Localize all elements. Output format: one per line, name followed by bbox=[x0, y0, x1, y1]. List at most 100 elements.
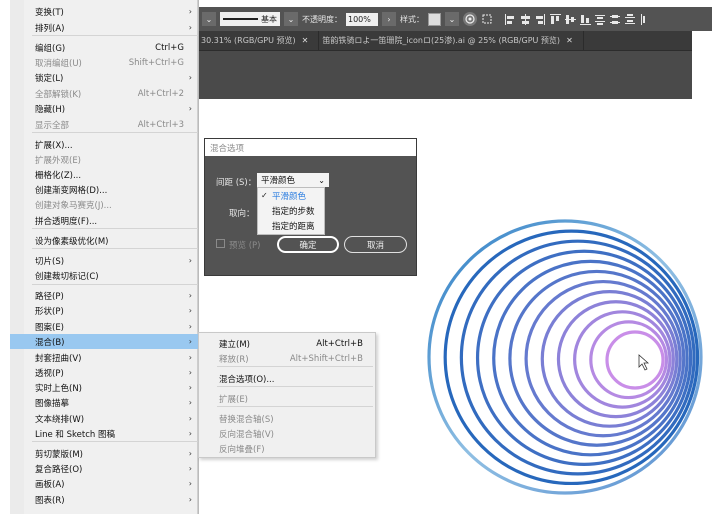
submenu-arrow-icon: › bbox=[188, 306, 192, 315]
stroke-line-preview bbox=[223, 18, 258, 20]
menu-item[interactable]: 取消编组(U) Shift+Ctrl+G bbox=[10, 55, 198, 70]
close-icon[interactable]: ✕ bbox=[302, 36, 309, 45]
distribute-left-icon[interactable] bbox=[640, 13, 650, 25]
preview-checkbox[interactable] bbox=[216, 239, 225, 248]
align-right-icon[interactable] bbox=[535, 13, 545, 25]
menu-item[interactable]: 透视(P) › bbox=[10, 365, 198, 380]
menu-item[interactable]: 变换(T) › bbox=[10, 4, 198, 19]
spacing-option-specified-distance[interactable]: 指定的距离 bbox=[258, 218, 324, 233]
menu-item[interactable]: 图案(E) › bbox=[10, 319, 198, 334]
style-dropdown-icon[interactable]: ⌄ bbox=[445, 12, 459, 26]
align-middle-icon[interactable] bbox=[565, 14, 576, 25]
submenu-item[interactable]: 释放(R) Alt+Shift+Ctrl+B bbox=[199, 351, 375, 366]
submenu-arrow-icon: › bbox=[188, 429, 192, 438]
close-icon[interactable]: ✕ bbox=[566, 36, 573, 45]
align-top-icon[interactable] bbox=[550, 13, 561, 25]
chevron-down-icon[interactable]: ⌄ bbox=[202, 12, 216, 26]
menu-item-label: 画板(A) bbox=[35, 479, 65, 490]
menu-item[interactable]: 锁定(L) › bbox=[10, 70, 198, 85]
menu-item[interactable]: 创建裁切标记(C) bbox=[10, 268, 198, 283]
menu-separator bbox=[32, 284, 198, 285]
menu-item[interactable]: 扩展外观(E) bbox=[10, 152, 198, 167]
spacing-option-specified-steps[interactable]: 指定的步数 bbox=[258, 203, 324, 218]
spacing-label: 间距 (S)： bbox=[216, 178, 257, 188]
submenu-item[interactable]: 混合选项(O)... bbox=[199, 371, 375, 386]
menu-item[interactable]: 图像描摹 › bbox=[10, 395, 198, 410]
menu-item[interactable]: 形状(P) › bbox=[10, 303, 198, 318]
opacity-input[interactable]: 100% bbox=[346, 12, 378, 26]
spacing-option-smooth-color[interactable]: ✓ 平滑颜色 bbox=[258, 188, 324, 203]
recolor-icon[interactable] bbox=[463, 12, 477, 26]
menu-item[interactable]: 显示全部 Alt+Ctrl+3 bbox=[10, 117, 198, 132]
menu-item[interactable]: 创建渐变网格(D)... bbox=[10, 182, 198, 197]
stroke-profile-select[interactable]: 基本 bbox=[220, 12, 280, 26]
submenu-item-shortcut: Alt+Ctrl+B bbox=[316, 338, 363, 349]
align-left-icon[interactable] bbox=[505, 13, 515, 25]
menu-item[interactable]: 复合路径(O) › bbox=[10, 461, 198, 476]
select-similar-icon[interactable] bbox=[481, 12, 495, 26]
menu-item-label: 图像描摹 bbox=[35, 398, 70, 409]
submenu-item-label: 反向混合轴(V) bbox=[219, 429, 274, 440]
distribute-bottom-icon[interactable] bbox=[625, 13, 635, 25]
distribute-middle-icon[interactable] bbox=[610, 14, 620, 25]
align-bottom-icon[interactable] bbox=[580, 14, 591, 25]
menu-item[interactable]: 混合(B) › bbox=[10, 334, 198, 349]
submenu-arrow-icon: › bbox=[188, 398, 192, 407]
cancel-button[interactable]: 取消 bbox=[344, 236, 407, 253]
submenu-item[interactable]: 建立(M) Alt+Ctrl+B bbox=[199, 336, 375, 351]
menu-item-label: 图表(R) bbox=[35, 495, 65, 506]
stroke-profile-dropdown-icon[interactable]: ⌄ bbox=[284, 12, 298, 26]
menu-item[interactable]: 编组(G) Ctrl+G bbox=[10, 40, 198, 55]
blend-circles-artwork[interactable] bbox=[425, 212, 710, 502]
menu-item-label: 切片(S) bbox=[35, 256, 65, 267]
menu-item[interactable]: 路径(P) › bbox=[10, 288, 198, 303]
menu-item[interactable]: 文本绕排(W) › bbox=[10, 411, 198, 426]
menu-item[interactable]: 画板(A) › bbox=[10, 476, 198, 491]
align-center-icon[interactable] bbox=[520, 13, 530, 25]
submenu-arrow-icon: › bbox=[188, 464, 192, 473]
submenu-arrow-icon: › bbox=[188, 73, 192, 82]
menu-item-label: 设为像素级优化(M) bbox=[35, 236, 109, 247]
submenu-item-label: 释放(R) bbox=[219, 354, 249, 365]
document-tab[interactable]: 30.31% (RGB/GPU 预览) ✕ bbox=[198, 31, 320, 50]
style-swatch[interactable] bbox=[428, 12, 441, 26]
align-toolbar bbox=[505, 13, 650, 25]
submenu-item[interactable]: 反向堆叠(F) bbox=[199, 441, 375, 456]
menu-item[interactable]: 图表(R) › bbox=[10, 492, 198, 507]
submenu-arrow-icon: › bbox=[188, 7, 192, 16]
document-tab-label: 30.31% (RGB/GPU 预览) bbox=[201, 36, 296, 45]
menu-item[interactable]: 切片(S) › bbox=[10, 253, 198, 268]
submenu-item-label: 替换混合轴(S) bbox=[219, 414, 274, 425]
document-tab-active[interactable]: 笛韵铁骑ロよ一笛珊院_iconロ(25渗).ai @ 25% (RGB/GPU … bbox=[319, 31, 584, 50]
menu-item[interactable]: 实时上色(N) › bbox=[10, 380, 198, 395]
menu-item[interactable]: 排列(A) › bbox=[10, 20, 198, 35]
submenu-item[interactable]: 扩展(E) bbox=[199, 391, 375, 406]
submenu-arrow-icon: › bbox=[188, 383, 192, 392]
menu-item-label: 编组(G) bbox=[35, 43, 66, 54]
submenu-item[interactable]: 替换混合轴(S) bbox=[199, 411, 375, 426]
chevron-right-icon[interactable]: › bbox=[382, 12, 396, 26]
menu-item[interactable]: 剪切蒙版(M) › bbox=[10, 446, 198, 461]
preview-label: 预览 (P) bbox=[229, 241, 261, 251]
distribute-top-icon[interactable] bbox=[595, 14, 605, 25]
menu-item-label: 隐藏(H) bbox=[35, 104, 66, 115]
blend-submenu: 建立(M) Alt+Ctrl+B 释放(R) Alt+Shift+Ctrl+B 混合选项… bbox=[198, 332, 376, 458]
menu-item[interactable]: 扩展(X)... bbox=[10, 137, 198, 152]
dialog-title: 混合选项 bbox=[205, 139, 416, 156]
menu-item[interactable]: 拼合透明度(F)... bbox=[10, 213, 198, 228]
menu-separator bbox=[32, 248, 198, 249]
menu-item-shortcut: Alt+Ctrl+3 bbox=[137, 119, 184, 130]
menu-item[interactable]: 封套扭曲(V) › bbox=[10, 350, 198, 365]
menu-item[interactable]: Line 和 Sketch 图稿 › bbox=[10, 426, 198, 441]
menu-item[interactable]: 栅格化(Z)... bbox=[10, 167, 198, 182]
menu-item[interactable]: 设为像素级优化(M) bbox=[10, 233, 198, 248]
menu-item[interactable]: 全部解锁(K) Alt+Ctrl+2 bbox=[10, 86, 198, 101]
ok-button[interactable]: 确定 bbox=[277, 236, 339, 253]
menu-item[interactable]: 创建对象马赛克(J)... bbox=[10, 197, 198, 212]
opacity-label: 不透明度： bbox=[302, 14, 342, 24]
menu-item[interactable]: 隐藏(H) › bbox=[10, 101, 198, 116]
submenu-item[interactable]: 反向混合轴(V) bbox=[199, 426, 375, 441]
spacing-select[interactable]: 平滑颜色 ⌄ bbox=[257, 173, 329, 187]
submenu-item-label: 扩展(E) bbox=[219, 394, 249, 405]
menu-item-label: 拼合透明度(F)... bbox=[35, 216, 98, 227]
